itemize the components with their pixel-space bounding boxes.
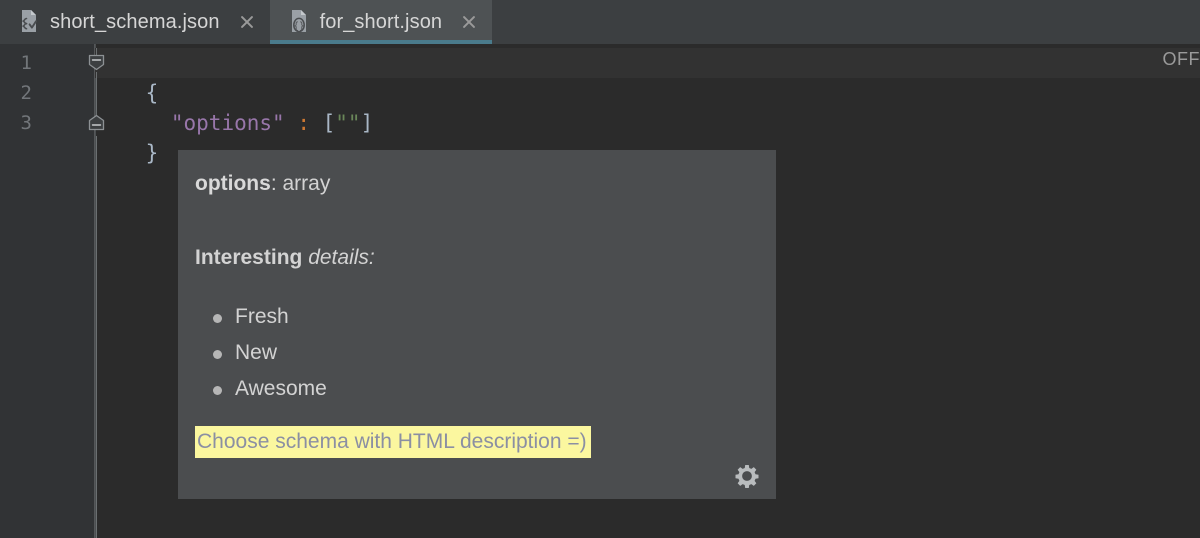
doc-title: options: array (195, 170, 756, 197)
editor-line-2[interactable]: "options" : [""] (95, 78, 1200, 135)
documentation-content: options: array Interesting details: Fres… (178, 150, 776, 458)
json-file-icon: {} (287, 9, 311, 35)
line-number: 3 (20, 112, 32, 134)
line-number: 2 (20, 82, 32, 104)
doc-link-row: Choose schema with HTML description =) (195, 425, 756, 458)
tab-label: for_short.json (319, 10, 443, 33)
json-schema-file-icon (17, 9, 41, 35)
editor-line-1[interactable]: { (95, 48, 1200, 105)
tab-for-short-json[interactable]: {} for_short.json (269, 0, 493, 44)
code-token-close-brace: } (145, 141, 159, 165)
doc-title-type: : array (270, 172, 331, 195)
list-item: Fresh (213, 299, 756, 335)
editor-line-3[interactable]: } (95, 108, 1200, 165)
close-icon[interactable] (460, 13, 478, 31)
doc-section-italic: details: (308, 246, 375, 270)
doc-section-heading: Interesting details: (195, 244, 756, 271)
doc-bullet-list: Fresh New Awesome (195, 299, 756, 407)
status-badge-off: OFF (1162, 49, 1200, 69)
code-editor[interactable]: { "options" : [""] } 1 2 3 OFF options: … (0, 44, 1200, 538)
documentation-popup[interactable]: options: array Interesting details: Fres… (178, 150, 776, 499)
tab-short-schema-json[interactable]: short_schema.json (0, 0, 270, 44)
line-number: 1 (20, 52, 32, 74)
list-item: New (213, 335, 756, 371)
gear-icon[interactable] (734, 463, 760, 489)
svg-text:{}: {} (293, 21, 304, 32)
doc-title-name: options (195, 172, 271, 195)
documentation-footer (178, 455, 776, 499)
fold-guide-line (96, 136, 97, 538)
fold-marker-collapse-up[interactable] (88, 114, 105, 131)
close-icon[interactable] (238, 13, 256, 31)
tab-label: short_schema.json (50, 10, 220, 33)
editor-tab-bar: short_schema.json {} for_short.json (0, 0, 1200, 44)
choose-schema-link[interactable]: Choose schema with HTML description =) (195, 425, 591, 458)
doc-section-bold: Interesting (195, 246, 303, 270)
list-item: Awesome (213, 371, 756, 407)
fold-marker-collapse-down[interactable] (88, 54, 105, 71)
